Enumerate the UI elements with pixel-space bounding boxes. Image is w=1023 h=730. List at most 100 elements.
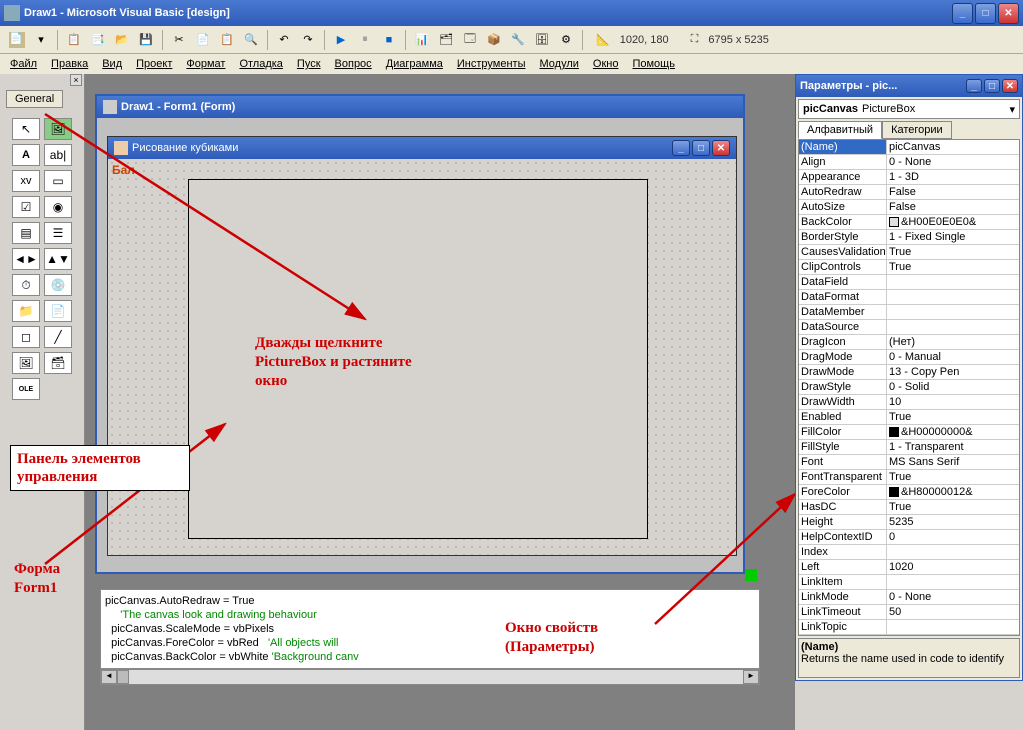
property-row[interactable]: DataSource [799,320,1019,335]
selection-handle[interactable] [745,569,757,581]
undo-button[interactable]: ↶ [273,29,295,51]
property-row[interactable]: (Name)picCanvas [799,140,1019,155]
project-explorer-button[interactable]: 📊 [411,29,433,51]
tool-timer[interactable]: ⏱ [12,274,40,296]
property-row[interactable]: DragMode0 - Manual [799,350,1019,365]
property-row[interactable]: LinkTopic [799,620,1019,635]
object-selector[interactable]: picCanvas PictureBox ▾ [798,99,1020,119]
scroll-thumb[interactable] [117,670,129,684]
property-row[interactable]: AutoSizeFalse [799,200,1019,215]
dropdown-icon[interactable]: ▾ [30,29,52,51]
add-project-button[interactable]: 📄 [6,29,28,51]
maximize-button[interactable]: □ [975,3,996,24]
property-row[interactable]: BorderStyle1 - Fixed Single [799,230,1019,245]
property-row[interactable]: LinkItem [799,575,1019,590]
property-grid[interactable]: (Name)picCanvasAlign0 - NoneAppearance1 … [798,139,1020,636]
tool-pointer[interactable]: ↖ [12,118,40,140]
property-row[interactable]: BackColor&H00E0E0E0& [799,215,1019,230]
form-grid[interactable]: Бал [108,159,736,555]
property-row[interactable]: EnabledTrue [799,410,1019,425]
run-button[interactable]: ▶ [330,29,352,51]
cut-button[interactable]: ✂ [168,29,190,51]
label-control[interactable]: Бал [112,163,135,177]
object-browser-button[interactable]: 📦 [483,29,505,51]
property-row[interactable]: DrawStyle0 - Solid [799,380,1019,395]
property-row[interactable]: AutoRedrawFalse [799,185,1019,200]
tool-listbox[interactable]: ☰ [44,222,72,244]
menu-editor-button[interactable]: 📑 [87,29,109,51]
tool-image[interactable]: 🖼 [12,352,40,374]
property-row[interactable]: DrawMode13 - Copy Pen [799,365,1019,380]
form-minimize-button[interactable]: _ [672,140,690,156]
save-button[interactable]: 💾 [135,29,157,51]
property-row[interactable]: CausesValidationTrue [799,245,1019,260]
property-row[interactable]: LinkTimeout50 [799,605,1019,620]
tab-alphabetic[interactable]: Алфавитный [798,121,882,139]
property-row[interactable]: Height5235 [799,515,1019,530]
property-row[interactable]: LinkMode0 - None [799,590,1019,605]
redo-button[interactable]: ↷ [297,29,319,51]
tool-line[interactable]: ╱ [44,326,72,348]
tool-vscrollbar[interactable]: ▲▼ [44,248,72,270]
prop-maximize-button[interactable]: □ [984,79,1000,93]
tool-filelistbox[interactable]: 📄 [44,300,72,322]
tab-categorized[interactable]: Категории [882,121,952,139]
component-button[interactable]: ⚙ [555,29,577,51]
form-close-button[interactable]: ✕ [712,140,730,156]
properties-button[interactable]: 🗂 [435,29,457,51]
properties-window[interactable]: Параметры - pic... _ □ ✕ picCanvas Pictu… [795,74,1023,681]
pause-button[interactable]: ⏸ [354,29,376,51]
property-row[interactable]: Appearance1 - 3D [799,170,1019,185]
toolbox-button[interactable]: 🔧 [507,29,529,51]
close-button[interactable]: ✕ [998,3,1019,24]
find-button[interactable]: 🔍 [240,29,262,51]
menu-run[interactable]: Пуск [291,56,327,72]
menu-debug[interactable]: Отладка [233,56,288,72]
form-designer-window[interactable]: Draw1 - Form1 (Form) Рисование кубиками … [95,94,745,574]
scroll-left-icon[interactable]: ◄ [101,670,117,684]
copy-button[interactable]: 📄 [192,29,214,51]
tool-checkbox[interactable]: ☑ [12,196,40,218]
menu-format[interactable]: Формат [180,56,231,72]
paste-button[interactable]: 📋 [216,29,238,51]
tool-commandbutton[interactable]: ▭ [44,170,72,192]
tool-combobox[interactable]: ▤ [12,222,40,244]
property-row[interactable]: FontMS Sans Serif [799,455,1019,470]
prop-close-button[interactable]: ✕ [1002,79,1018,93]
property-row[interactable]: HelpContextID0 [799,530,1019,545]
menu-edit[interactable]: Правка [45,56,94,72]
code-window[interactable]: picCanvas.AutoRedraw = True 'The canvas … [100,589,760,669]
tool-dirlistbox[interactable]: 📁 [12,300,40,322]
property-row[interactable]: Left1020 [799,560,1019,575]
scroll-right-icon[interactable]: ► [743,670,759,684]
tool-picturebox[interactable]: 🖼 [44,118,72,140]
stop-button[interactable]: ■ [378,29,400,51]
property-row[interactable]: HasDCTrue [799,500,1019,515]
tool-drivelistbox[interactable]: 💿 [44,274,72,296]
menu-project[interactable]: Проект [130,56,178,72]
menu-file[interactable]: Файл [4,56,43,72]
menu-diagram[interactable]: Диаграмма [380,56,449,72]
property-row[interactable]: Index [799,545,1019,560]
property-row[interactable]: DrawWidth10 [799,395,1019,410]
menu-help[interactable]: Помощь [626,56,681,72]
tool-label[interactable]: A [12,144,40,166]
menu-view[interactable]: Вид [96,56,128,72]
form1[interactable]: Рисование кубиками _ □ ✕ Бал [107,136,737,556]
property-row[interactable]: DataMember [799,305,1019,320]
tool-hscrollbar[interactable]: ◄► [12,248,40,270]
menu-tools[interactable]: Инструменты [451,56,532,72]
tool-shape[interactable]: ◻ [12,326,40,348]
property-row[interactable]: DataFormat [799,290,1019,305]
menu-addins[interactable]: Модули [533,56,584,72]
property-row[interactable]: FillColor&H00000000& [799,425,1019,440]
property-row[interactable]: FontTransparentTrue [799,470,1019,485]
tool-frame[interactable]: xv [12,170,40,192]
open-button[interactable]: 📂 [111,29,133,51]
code-horizontal-scrollbar[interactable]: ◄ ► [100,669,760,685]
tool-optionbutton[interactable]: ◉ [44,196,72,218]
tool-ole[interactable]: OLE [12,378,40,400]
add-form-button[interactable]: 📋 [63,29,85,51]
form-layout-button[interactable]: 🗔 [459,29,481,51]
prop-minimize-button[interactable]: _ [966,79,982,93]
